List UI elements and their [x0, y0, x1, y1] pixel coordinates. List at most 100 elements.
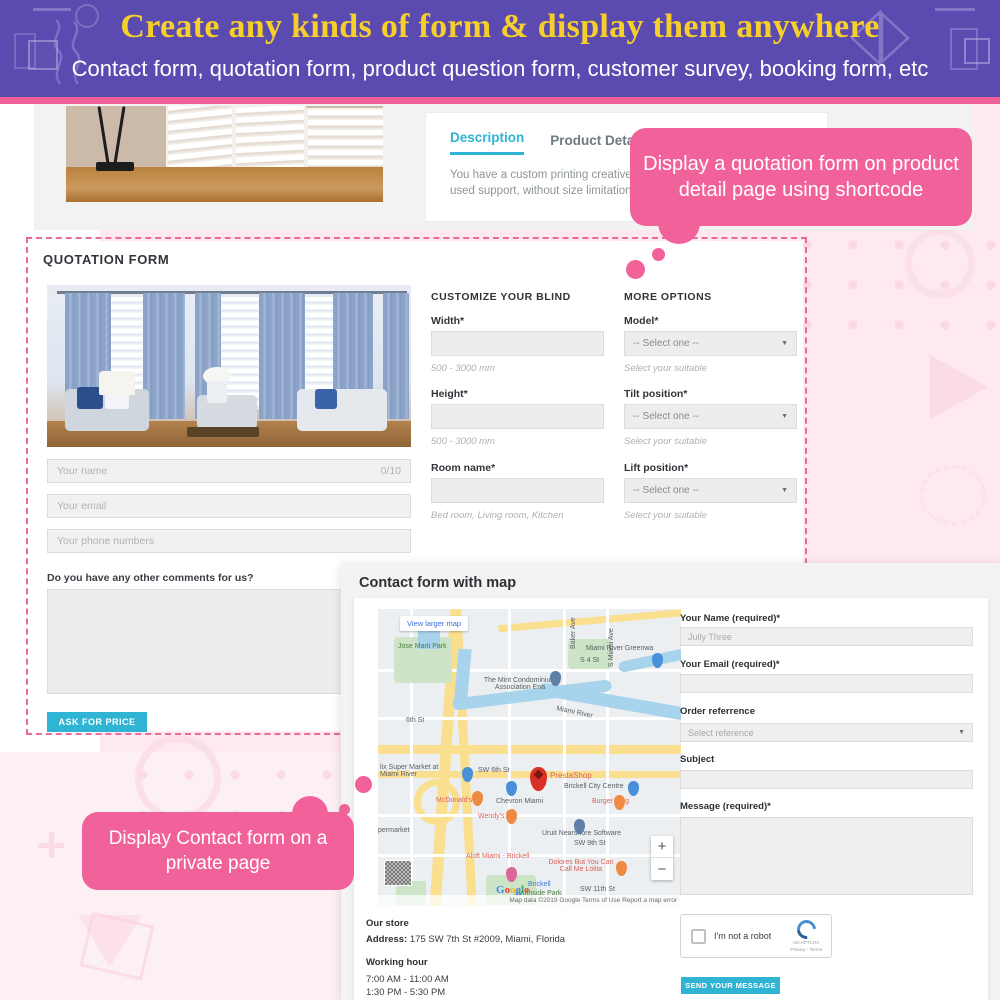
room-name-label: Room name* [431, 462, 496, 474]
decor-ring-right [905, 228, 975, 298]
page-canvas: Description Product Details You have a c… [0, 0, 1000, 1000]
map-marker-label: PrestaShop [550, 771, 592, 780]
your-email-input[interactable] [680, 674, 973, 693]
quote-phone-placeholder: Your phone numbers [57, 535, 155, 547]
recaptcha-legal: Privacy - Terms [790, 947, 822, 952]
product-tabs: Description Product Details [450, 130, 649, 155]
map-label: 6th St [406, 717, 425, 724]
model-select[interactable]: -- Select one -- ▼ [624, 331, 797, 356]
recaptcha-checkbox[interactable] [691, 928, 706, 944]
order-reference-value: Select reference [688, 727, 754, 738]
map-pin-icon [506, 809, 517, 824]
decor-plus-icon [38, 832, 64, 858]
decor-ring-bottom [135, 735, 221, 821]
map-label: Aloft Miami - Brickell [466, 853, 530, 860]
map-pin-icon [472, 791, 483, 806]
map-street-view-thumbnail[interactable] [384, 860, 412, 886]
tab-description[interactable]: Description [450, 130, 525, 155]
map-label: Chevron Miami [496, 798, 544, 805]
store-address-label: Address: [366, 934, 408, 945]
store-address-line: Address: 175 SW 7th St #2009, Miami, Flo… [366, 934, 666, 945]
lift-position-select[interactable]: -- Select one -- ▼ [624, 478, 797, 503]
map-zoom-out-button[interactable]: − [651, 858, 673, 880]
working-hour-heading: Working hour [366, 957, 428, 968]
quotation-form-title: QUOTATION FORM [43, 252, 170, 267]
map-label: Dolores But You Can Call Me Lolita [548, 859, 614, 873]
tilt-position-value: -- Select one -- [633, 411, 700, 422]
callout-dot-large [626, 260, 645, 279]
map-label: Wendy's [478, 813, 505, 820]
ask-for-price-button[interactable]: ASK FOR PRICE [47, 712, 147, 732]
map-label: Jose Marti Park [398, 643, 447, 650]
tilt-position-label: Tilt position* [624, 388, 688, 400]
recaptcha-swirl-icon [792, 916, 820, 943]
height-hint: 500 - 3000 mm [431, 436, 495, 447]
model-select-value: -- Select one -- [633, 338, 700, 349]
room-name-hint: Bed room, Living room, Kitchen [431, 510, 564, 521]
quote-phone-input[interactable]: Your phone numbers [47, 529, 411, 553]
decor-triangle-right [930, 355, 988, 419]
map-pin-icon [628, 781, 639, 796]
map-label: S 4 St [580, 657, 600, 664]
recaptcha-widget[interactable]: I'm not a robot reCAPTCHA Privacy - Term… [680, 914, 832, 958]
store-map[interactable]: View larger map Jose Marti Park The Mint… [378, 609, 681, 906]
map-label: SW 9th St [574, 840, 606, 847]
height-input[interactable] [431, 404, 604, 429]
your-name-value: Jully Three [688, 631, 732, 642]
map-marker-prestashop[interactable] [530, 767, 547, 791]
order-reference-select[interactable]: Select reference ▼ [680, 723, 973, 742]
tilt-position-select[interactable]: -- Select one -- ▼ [624, 404, 797, 429]
map-attribution: Map data ©2019 Google Terms of Use Repor… [378, 895, 681, 906]
map-pin-icon [614, 795, 625, 810]
your-email-label: Your Email (required)* [680, 659, 780, 670]
your-name-label: Your Name (required)* [680, 613, 781, 624]
callout-dot-small [652, 248, 665, 261]
subject-label: Subject [680, 754, 715, 765]
recaptcha-brand: reCAPTCHA [793, 940, 820, 945]
model-hint: Select your suitable [624, 363, 707, 374]
more-options-heading: MORE OPTIONS [624, 291, 712, 303]
chevron-down-icon: ▼ [781, 487, 788, 494]
map-label: Miami River Greenwa [586, 645, 654, 652]
map-pin-icon [506, 781, 517, 796]
map-label: Brickell City Centre [564, 783, 624, 790]
map-label: lix Super Market at Miami River [380, 764, 439, 778]
width-input[interactable] [431, 331, 604, 356]
working-hour-line-1: 7:00 AM - 11:00 AM [366, 974, 449, 985]
decor-dotted-ring [920, 465, 986, 525]
callout-dot-small [339, 804, 350, 815]
height-label: Height* [431, 388, 468, 400]
map-zoom-controls[interactable]: + − [651, 836, 673, 880]
recaptcha-label: I'm not a robot [714, 931, 772, 941]
quote-email-input[interactable]: Your email [47, 494, 411, 518]
chevron-down-icon: ▼ [958, 729, 965, 736]
lift-position-label: Lift position* [624, 462, 689, 474]
message-textarea[interactable] [680, 817, 973, 895]
your-name-input[interactable]: Jully Three [680, 627, 973, 646]
map-label: Brickell [528, 881, 551, 888]
lamp-stand-icon [90, 106, 138, 178]
product-thumbnail-image [66, 106, 383, 202]
banner-subtitle: Contact form, quotation form, product qu… [71, 56, 929, 81]
quote-name-placeholder: Your name [57, 465, 108, 477]
map-label: permarket [378, 827, 410, 834]
map-zoom-in-button[interactable]: + [651, 836, 673, 858]
map-label: S Miami Ave [608, 628, 615, 667]
map-pin-icon [652, 653, 663, 668]
quote-comments-label: Do you have any other comments for us? [47, 572, 254, 584]
model-label: Model* [624, 315, 659, 327]
map-pin-icon [462, 767, 473, 782]
lift-position-hint: Select your suitable [624, 510, 707, 521]
map-label: SW 6th St [478, 767, 510, 774]
send-your-message-button[interactable]: SEND YOUR MESSAGE [681, 977, 780, 994]
room-name-input[interactable] [431, 478, 604, 503]
quote-name-input[interactable]: Your name 0/10 [47, 459, 411, 483]
map-label: SW 11th St [580, 886, 615, 893]
map-pin-icon [616, 861, 627, 876]
tilt-position-hint: Select your suitable [624, 436, 707, 447]
subject-input[interactable] [680, 770, 973, 789]
chevron-down-icon: ▼ [781, 413, 788, 420]
callout-quotation: Display a quotation form on product deta… [630, 128, 972, 244]
callout-dot-large [355, 776, 372, 793]
view-larger-map-button[interactable]: View larger map [400, 616, 469, 631]
